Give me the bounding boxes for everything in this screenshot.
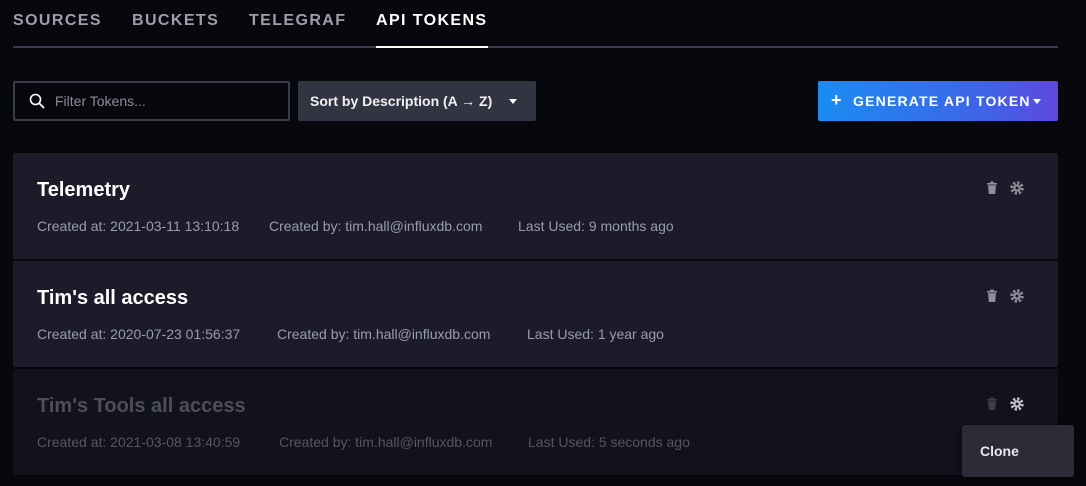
trash-icon[interactable]: [985, 181, 999, 195]
token-last-used: Last Used: 1 year ago: [527, 326, 664, 342]
token-created-by: Created by: tim.hall@influxdb.com: [277, 326, 491, 342]
token-card: Telemetry Created at: 2021-03-11 13:10:1…: [13, 153, 1058, 259]
filter-tokens-field[interactable]: [13, 81, 290, 121]
token-created-by: Created by: tim.hall@influxdb.com: [279, 434, 493, 450]
token-created-at: Created at: 2021-03-11 13:10:18: [37, 218, 240, 234]
trash-icon[interactable]: [985, 397, 999, 411]
token-name[interactable]: Tim's all access: [37, 287, 188, 310]
sort-dropdown-label: Sort by Description (A → Z): [310, 93, 493, 109]
generate-api-token-label: GENERATE API TOKEN: [853, 93, 1031, 109]
gear-icon[interactable]: [1010, 397, 1024, 411]
plus-icon: +: [831, 90, 842, 110]
generate-api-token-button[interactable]: + GENERATE API TOKEN: [818, 81, 1058, 121]
tab-telegraf[interactable]: TELEGRAF: [249, 12, 346, 30]
gear-icon[interactable]: [1010, 181, 1024, 195]
token-last-used: Last Used: 5 seconds ago: [528, 434, 690, 450]
clone-menu-item[interactable]: Clone: [962, 425, 1074, 477]
tab-sources[interactable]: SOURCES: [13, 12, 102, 30]
token-created-at: Created at: 2020-07-23 01:56:37: [37, 326, 241, 342]
search-icon: [29, 93, 45, 109]
token-card: Tim's Tools all access Created at: 2021-…: [13, 369, 1058, 475]
api-tokens-page: SOURCES BUCKETS TELEGRAF API TOKENS Sort…: [0, 0, 1086, 486]
gear-icon[interactable]: [1010, 289, 1024, 303]
token-name[interactable]: Telemetry: [37, 179, 130, 202]
tab-buckets[interactable]: BUCKETS: [132, 12, 219, 30]
sort-dropdown[interactable]: Sort by Description (A → Z): [298, 81, 536, 121]
token-created-by: Created by: tim.hall@influxdb.com: [269, 218, 483, 234]
chevron-down-icon[interactable]: [1033, 99, 1041, 104]
chevron-down-icon: [509, 99, 517, 104]
clone-label: Clone: [980, 443, 1019, 459]
token-last-used: Last Used: 9 months ago: [518, 218, 674, 234]
tab-api-tokens[interactable]: API TOKENS: [376, 12, 488, 48]
token-card: Tim's all access Created at: 2020-07-23 …: [13, 261, 1058, 367]
token-name[interactable]: Tim's Tools all access: [37, 395, 246, 418]
tab-bar: SOURCES BUCKETS TELEGRAF API TOKENS: [13, 0, 1058, 48]
token-created-at: Created at: 2021-03-08 13:40:59: [37, 434, 241, 450]
trash-icon[interactable]: [985, 289, 999, 303]
filter-tokens-input[interactable]: [55, 83, 285, 119]
